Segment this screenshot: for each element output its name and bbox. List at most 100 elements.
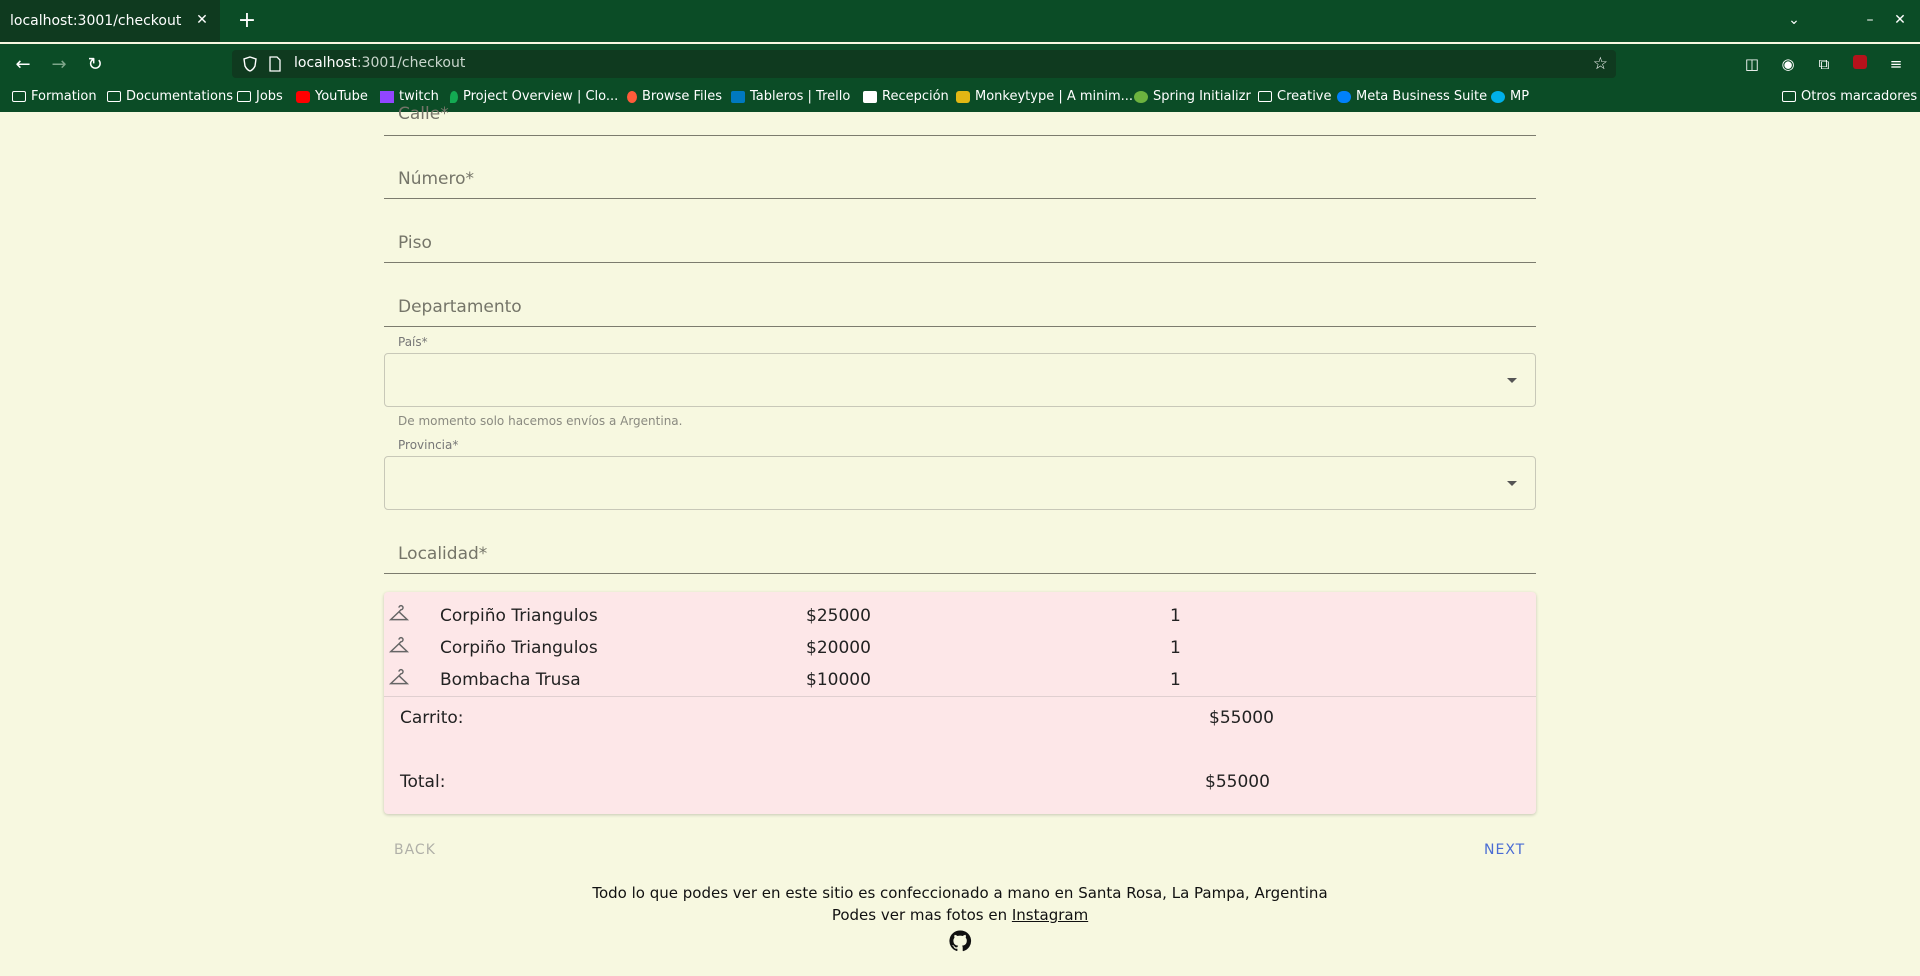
bookmark-mp[interactable]: MP <box>1491 89 1529 104</box>
bookmark-trello[interactable]: Tableros | Trello <box>731 89 850 104</box>
new-tab-button[interactable]: + <box>236 10 258 32</box>
checkout-page: Calle* Número* Piso Departamento País* D… <box>0 104 1920 976</box>
pocket-icon[interactable]: ◫ <box>1742 54 1762 74</box>
calle-label: Calle* <box>398 104 449 124</box>
back-button[interactable]: BACK <box>394 842 436 858</box>
folder-icon <box>12 91 26 102</box>
folder-icon <box>107 91 121 102</box>
instagram-link[interactable]: Instagram <box>1012 906 1088 924</box>
address-bar[interactable]: localhost:3001/checkout ☆ <box>232 50 1616 78</box>
total-label: Total: <box>400 772 446 792</box>
next-button[interactable]: NEXT <box>1484 842 1525 858</box>
reload-icon[interactable]: ↻ <box>84 54 106 76</box>
bookmark-project-overview[interactable]: Project Overview | Clo... <box>450 89 618 104</box>
github-icon[interactable] <box>948 929 972 953</box>
bookmark-spring-initializr[interactable]: Spring Initializr <box>1134 89 1251 104</box>
bookmark-label: twitch <box>399 89 439 104</box>
footer-text: Todo lo que podes ver en este sitio es c… <box>592 884 1328 902</box>
cart-item-price: $25000 <box>806 606 871 626</box>
bookmark-documentations[interactable]: Documentations <box>107 89 233 104</box>
forward-arrow-icon[interactable]: → <box>48 54 70 76</box>
hanger-icon <box>388 636 410 653</box>
notion-icon <box>863 90 877 103</box>
bookmark-monkeytype[interactable]: Monkeytype | A minim... <box>956 89 1133 104</box>
cart-item-qty: 1 <box>1170 606 1181 626</box>
tab-bar: localhost:3001/checkout ✕ + ⌄ – ✕ <box>0 0 1920 42</box>
departamento-label: Departamento <box>398 297 522 317</box>
bookmark-label: Documentations <box>126 89 233 104</box>
localidad-field[interactable] <box>384 573 1536 574</box>
carrito-label: Carrito: <box>400 708 464 728</box>
bookmark-star-icon[interactable]: ☆ <box>1593 54 1608 74</box>
bookmark-formation[interactable]: Formation <box>12 89 97 104</box>
folder-icon <box>1258 91 1272 102</box>
monkeytype-icon <box>956 90 970 103</box>
ublock-icon[interactable] <box>1850 54 1870 74</box>
url-host: localhost <box>294 55 357 71</box>
cart-item-qty: 1 <box>1170 670 1181 690</box>
pais-helper-text: De momento solo hacemos envíos a Argenti… <box>398 414 683 428</box>
bookmark-label: Creative <box>1277 89 1332 104</box>
pais-label: País* <box>398 335 428 349</box>
cart-item: Corpiño Triangulos $20000 1 <box>384 632 1536 664</box>
pais-select[interactable] <box>384 353 1536 407</box>
bookmark-label: Meta Business Suite <box>1356 89 1488 104</box>
carrito-value: $55000 <box>1209 708 1274 728</box>
spring-icon <box>1134 90 1148 103</box>
footer: Todo lo que podes ver en este sitio es c… <box>0 882 1920 926</box>
cart-item: Bombacha Trusa $10000 1 <box>384 664 1536 696</box>
bookmark-label: Spring Initializr <box>1153 89 1251 104</box>
url-path: :3001/checkout <box>356 55 466 71</box>
numero-label: Número* <box>398 169 475 189</box>
menu-icon[interactable]: ≡ <box>1886 54 1906 74</box>
folder-icon <box>1782 91 1796 102</box>
youtube-icon <box>296 90 310 103</box>
bookmark-label: YouTube <box>315 89 368 104</box>
cart-item-name: Corpiño Triangulos <box>440 606 598 626</box>
bookmark-creative[interactable]: Creative <box>1258 89 1332 104</box>
page-info-icon[interactable] <box>268 56 282 72</box>
hanger-icon <box>388 604 410 621</box>
tracking-protection-icon[interactable] <box>242 56 258 72</box>
localidad-label: Localidad* <box>398 544 488 564</box>
account-icon[interactable]: ◉ <box>1778 54 1798 74</box>
footer-prefix: Podes ver mas fotos en <box>831 906 1012 924</box>
bookmark-jobs[interactable]: Jobs <box>237 89 283 104</box>
bookmark-youtube[interactable]: YouTube <box>296 89 368 104</box>
close-tab-icon[interactable]: ✕ <box>192 10 212 30</box>
bookmark-label: Jobs <box>256 89 283 104</box>
bookmark-other[interactable]: Otros marcadores <box>1782 89 1917 104</box>
dropdown-arrow-icon <box>1507 481 1517 486</box>
back-arrow-icon[interactable]: ← <box>12 54 34 76</box>
window-close-icon[interactable]: ✕ <box>1890 10 1910 30</box>
tab-title: localhost:3001/checkout <box>10 13 182 29</box>
bookmarks-bar: Formation Documentations Jobs YouTube tw… <box>0 84 1920 112</box>
bookmark-browse-files[interactable]: Browse Files <box>627 89 722 104</box>
minimize-icon[interactable]: – <box>1860 10 1880 30</box>
calle-field[interactable] <box>384 135 1536 136</box>
provincia-select[interactable] <box>384 456 1536 510</box>
cart-divider <box>384 696 1536 697</box>
browser-tab[interactable]: localhost:3001/checkout ✕ <box>0 0 220 42</box>
bookmark-meta-business-suite[interactable]: Meta Business Suite <box>1337 89 1487 104</box>
mongodb-icon <box>450 90 458 103</box>
dropdown-arrow-icon <box>1507 378 1517 383</box>
numero-field[interactable] <box>384 198 1536 199</box>
cart-item-name: Corpiño Triangulos <box>440 638 598 658</box>
cart-summary: Corpiño Triangulos $25000 1 Corpiño Tria… <box>384 592 1536 814</box>
piso-field[interactable] <box>384 262 1536 263</box>
folder-icon <box>237 91 251 102</box>
departamento-field[interactable] <box>384 326 1536 327</box>
bookmark-label: Recepción <box>882 89 949 104</box>
cart-item-price: $10000 <box>806 670 871 690</box>
footer-instagram-line: Podes ver mas fotos en Instagram <box>0 904 1920 926</box>
bookmark-recepcion[interactable]: Recepción <box>863 89 949 104</box>
navigation-bar: ← → ↻ localhost:3001/checkout ☆ ◫ ◉ ⧉ ≡ <box>0 44 1920 84</box>
extensions-icon[interactable]: ⧉ <box>1814 54 1834 74</box>
total-value: $55000 <box>1205 772 1270 792</box>
tab-list-chevron-icon[interactable]: ⌄ <box>1784 10 1804 30</box>
url-text[interactable]: localhost:3001/checkout <box>294 55 465 71</box>
cart-item-qty: 1 <box>1170 638 1181 658</box>
hanger-icon <box>388 668 410 685</box>
bookmark-twitch[interactable]: twitch <box>380 89 439 104</box>
